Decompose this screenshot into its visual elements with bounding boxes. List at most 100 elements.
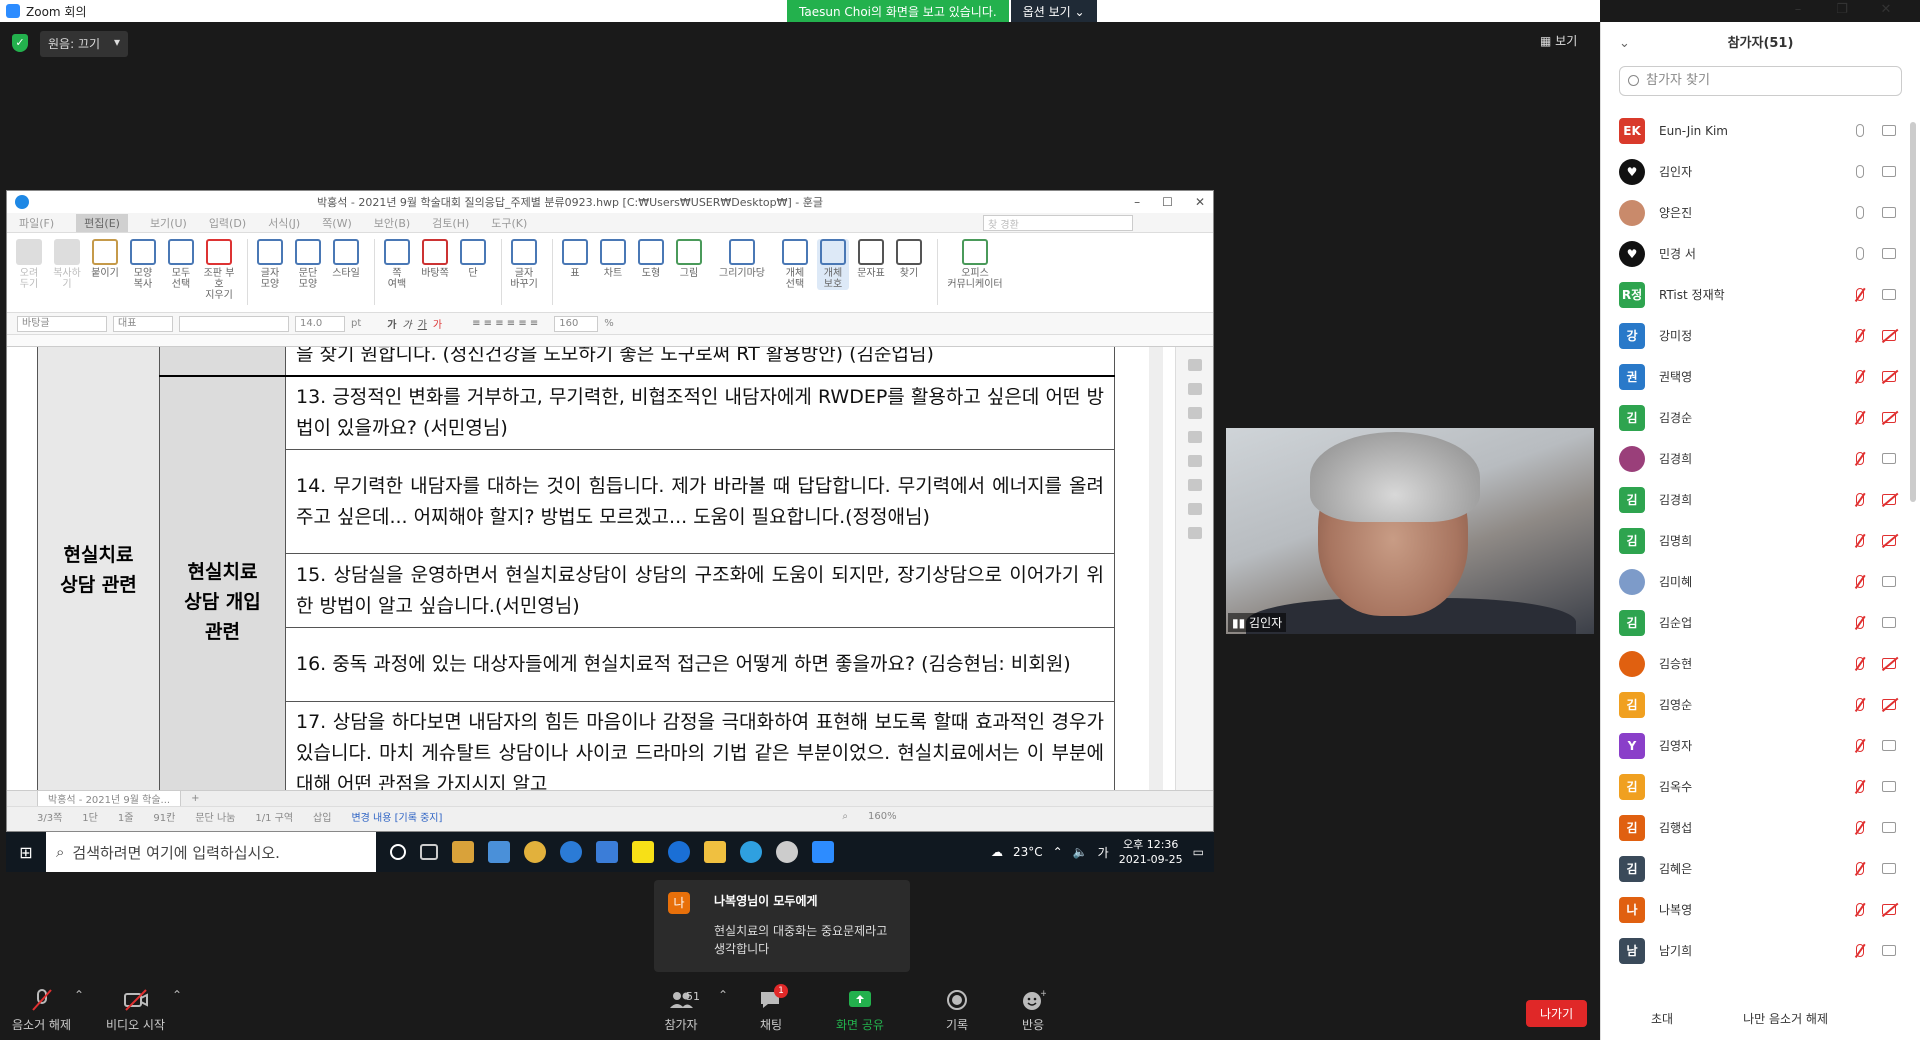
original-sound-toggle[interactable]: 원음: 끄기 ▾ xyxy=(40,31,129,57)
mic-muted-icon[interactable] xyxy=(1856,698,1864,711)
ribbon-button[interactable]: 차트 xyxy=(597,239,629,279)
security-shield-icon[interactable]: ✓ xyxy=(12,34,28,52)
magnifier-icon[interactable]: ⌕ xyxy=(842,811,848,822)
side-tool-icon[interactable] xyxy=(1187,431,1202,443)
menu-review[interactable]: 검토(H) xyxy=(432,215,469,231)
participant-row[interactable]: 김 김혜은 xyxy=(1601,848,1906,889)
ribbon-button[interactable]: 문자표 xyxy=(855,239,887,279)
participant-row[interactable]: 권 권택영 xyxy=(1601,356,1906,397)
mic-icon[interactable] xyxy=(1856,206,1864,219)
ribbon-button[interactable]: 바탕쪽 xyxy=(419,239,451,279)
participant-row[interactable]: 김 김옥수 xyxy=(1601,766,1906,807)
windows-start-icon[interactable]: ⊞ xyxy=(6,843,46,862)
ribbon-button[interactable]: 그림 xyxy=(673,239,705,279)
participant-row[interactable]: ♥ 김인자 xyxy=(1601,151,1906,192)
volume-icon[interactable]: 🔈 xyxy=(1073,845,1088,859)
mic-muted-icon[interactable] xyxy=(1856,657,1864,670)
mic-muted-icon[interactable] xyxy=(1856,534,1864,547)
mic-muted-icon[interactable] xyxy=(1856,575,1864,588)
unmute-button[interactable]: 음소거 해제 xyxy=(12,988,71,1033)
ie-icon[interactable] xyxy=(668,841,690,863)
style-select[interactable]: 바탕글 xyxy=(17,315,107,332)
video-icon[interactable] xyxy=(1882,863,1896,874)
participant-row[interactable]: 나 나복영 xyxy=(1601,889,1906,930)
video-off-icon[interactable] xyxy=(1882,494,1896,505)
tray-chevron-icon[interactable]: ⌃ xyxy=(1053,845,1063,859)
hwp-minimize-button[interactable]: – xyxy=(1134,195,1140,209)
video-icon[interactable] xyxy=(1882,289,1896,300)
new-tab-button[interactable]: + xyxy=(191,793,199,804)
side-tool-icon[interactable] xyxy=(1187,359,1202,371)
edge-new-icon[interactable] xyxy=(740,841,762,863)
ribbon-button[interactable]: 개체 보호 xyxy=(817,239,849,290)
participant-row[interactable]: 김경희 xyxy=(1601,438,1906,479)
menu-file[interactable]: 파일(F) xyxy=(19,215,54,231)
mic-icon[interactable] xyxy=(1856,247,1864,260)
document-page[interactable]: 현실치료 상담 관련 을 찾기 원합니다. (정신건강을 도모하기 좋은 도구로… xyxy=(7,347,1175,790)
ribbon-button[interactable]: 붙이기 xyxy=(89,239,121,279)
leave-button[interactable]: 나가기 xyxy=(1526,1000,1588,1027)
ribbon-button[interactable]: 모두 선택 xyxy=(165,239,197,290)
italic-icon[interactable]: 가 xyxy=(402,316,411,331)
participant-list-scrollbar[interactable] xyxy=(1910,122,1916,502)
chat-notification[interactable]: 나 나복영님이 모두에게 현실치료의 대중화는 중요문제라고 생각합니다 xyxy=(654,880,910,972)
video-icon[interactable] xyxy=(1882,617,1896,628)
zoom-level[interactable]: 160% xyxy=(868,811,897,822)
ribbon-button[interactable]: 스타일 xyxy=(330,239,362,279)
participants-button[interactable]: 51 참가자 xyxy=(656,988,706,1033)
video-off-icon[interactable] xyxy=(1882,699,1896,710)
mic-icon[interactable] xyxy=(1856,165,1864,178)
mic-muted-icon[interactable] xyxy=(1856,616,1864,629)
video-icon[interactable] xyxy=(1882,166,1896,177)
ribbon-button[interactable]: 단 xyxy=(457,239,489,279)
menu-edit[interactable]: 편집(E) xyxy=(76,213,128,232)
ribbon-button[interactable]: 모양 복사 xyxy=(127,239,159,290)
hwp-close-button[interactable]: ✕ xyxy=(1195,195,1205,209)
video-icon[interactable] xyxy=(1882,781,1896,792)
video-off-icon[interactable] xyxy=(1882,904,1896,915)
status-track-changes[interactable]: 변경 내용 [기록 중지] xyxy=(351,809,442,824)
video-icon[interactable] xyxy=(1882,248,1896,259)
ribbon-button[interactable]: 문단 모양 xyxy=(292,239,324,290)
mic-muted-icon[interactable] xyxy=(1856,944,1864,957)
start-video-button[interactable]: 비디오 시작 xyxy=(106,988,165,1033)
participant-row[interactable]: 김 김명희 xyxy=(1601,520,1906,561)
mic-muted-icon[interactable] xyxy=(1856,288,1864,301)
video-off-icon[interactable] xyxy=(1882,330,1896,341)
mic-muted-icon[interactable] xyxy=(1856,780,1864,793)
store-icon[interactable] xyxy=(452,841,474,863)
video-off-icon[interactable] xyxy=(1882,658,1896,669)
side-tool-icon[interactable] xyxy=(1187,479,1202,491)
task-view-icon[interactable] xyxy=(420,844,438,860)
ribbon-button[interactable]: 조판 부호 지우기 xyxy=(203,239,235,301)
participants-chevron-icon[interactable]: ⌃ xyxy=(718,988,728,1002)
video-icon[interactable] xyxy=(1882,453,1896,464)
unmute-me-button[interactable]: 나만 음소거 해제 xyxy=(1743,1010,1828,1027)
view-options-button[interactable]: 옵션 보기 ⌄ xyxy=(1010,0,1097,22)
folder-icon[interactable] xyxy=(704,841,726,863)
ime-indicator[interactable]: 가 xyxy=(1098,844,1109,861)
chevron-down-icon[interactable]: ▾ xyxy=(114,35,120,53)
underline-icon[interactable]: 가 xyxy=(418,316,427,331)
mic-muted-icon[interactable] xyxy=(1856,493,1864,506)
font-size-input[interactable]: 14.0 xyxy=(295,315,345,332)
mic-muted-icon[interactable] xyxy=(1856,903,1864,916)
ribbon-button[interactable]: 개체 선택 xyxy=(779,239,811,290)
participant-row[interactable]: EK Eun-Jin Kim xyxy=(1601,110,1906,151)
chrome-icon[interactable] xyxy=(524,841,546,863)
ribbon-button[interactable]: 오려 두기 xyxy=(13,239,45,290)
view-button[interactable]: ▦ 보기 xyxy=(1540,32,1577,49)
participant-row[interactable]: Y 김영자 xyxy=(1601,725,1906,766)
clock[interactable]: 오후 12:36 2021-09-25 xyxy=(1119,837,1183,867)
video-icon[interactable] xyxy=(1882,576,1896,587)
mail-icon[interactable] xyxy=(596,841,618,863)
menu-insert[interactable]: 입력(D) xyxy=(209,215,246,231)
menu-security[interactable]: 보안(B) xyxy=(374,215,410,231)
record-button[interactable]: 기록 xyxy=(944,988,970,1033)
ribbon-button[interactable]: 표 xyxy=(559,239,591,279)
participant-row[interactable]: 김 김행섭 xyxy=(1601,807,1906,848)
line-spacing-input[interactable]: 160 xyxy=(554,315,599,332)
video-off-icon[interactable] xyxy=(1882,535,1896,546)
invite-button[interactable]: 초대 xyxy=(1651,1010,1673,1027)
video-icon[interactable] xyxy=(1882,740,1896,751)
